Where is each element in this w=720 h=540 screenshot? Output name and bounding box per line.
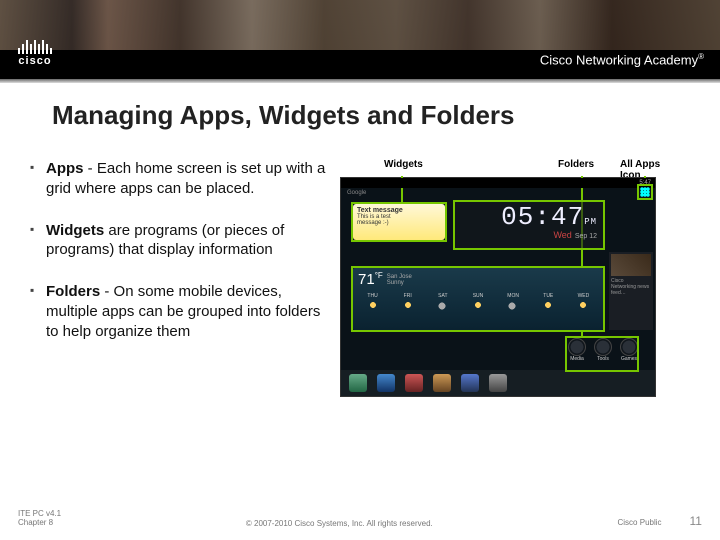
folder-row: Media Tools Games — [567, 338, 639, 366]
bullet-folders: Folders - On some mobile devices, multip… — [28, 282, 326, 341]
callout-widgets: Widgets — [384, 159, 423, 170]
all-apps-icon — [639, 186, 651, 198]
bullet-apps: Apps - Each home screen is set up with a… — [28, 159, 326, 199]
header-photo-strip — [0, 0, 720, 56]
footer-classification: Cisco Public — [618, 518, 662, 527]
dock-app-icon — [489, 374, 507, 392]
slide-title: Managing Apps, Widgets and Folders — [52, 100, 692, 131]
header-divider — [0, 78, 720, 83]
footer-right: Cisco Public 11 — [618, 514, 702, 528]
news-widget: Cisco Networking news feed… — [609, 252, 653, 330]
dock-app-icon — [433, 374, 451, 392]
sms-widget: Text message This is a test message :-) — [353, 204, 445, 240]
footer-left: ITE PC v4.1 Chapter 8 — [18, 509, 61, 528]
bullet-list: Apps - Each home screen is set up with a… — [28, 159, 326, 397]
slide-content: Managing Apps, Widgets and Folders Apps … — [0, 100, 720, 397]
dock-app-icon — [405, 374, 423, 392]
figure-callout-labels: Widgets Folders All Apps Icon — [340, 159, 672, 175]
status-bar: 5:47 — [341, 178, 655, 188]
footer-copyright: © 2007-2010 Cisco Systems, Inc. All righ… — [246, 519, 433, 528]
folder-icon — [568, 338, 586, 356]
app-dock — [341, 370, 655, 396]
tablet-figure: Widgets Folders All Apps Icon 5:47 Googl… — [340, 159, 672, 397]
bullet-widgets: Widgets are programs (or pieces of progr… — [28, 221, 326, 261]
cisco-wordmark: cisco — [18, 55, 51, 67]
header-banner: cisco Cisco Networking Academy® — [0, 0, 720, 78]
clock-widget: 05:47PM WedSep 12 — [455, 202, 603, 248]
callout-folders: Folders — [558, 159, 594, 170]
dock-app-icon — [461, 374, 479, 392]
dock-app-icon — [349, 374, 367, 392]
slide-footer: ITE PC v4.1 Chapter 8 © 2007-2010 Cisco … — [18, 509, 702, 528]
cisco-bridge-icon — [18, 38, 52, 54]
weather-widget: 71°F San JoseSunny THU FRI SAT SUN MON T… — [353, 268, 603, 330]
cisco-logo: cisco — [18, 38, 52, 67]
search-bar: Google — [347, 190, 366, 200]
tablet-screenshot: 5:47 Google Text message This is a test … — [340, 177, 656, 397]
page-number: 11 — [690, 514, 702, 528]
folder-item: Media — [567, 338, 587, 366]
program-name: Cisco Networking Academy® — [540, 52, 704, 67]
folder-icon — [620, 338, 638, 356]
folder-item: Tools — [593, 338, 613, 366]
forecast-row: THU FRI SAT SUN MON TUE WED — [353, 291, 603, 311]
folder-icon — [594, 338, 612, 356]
dock-app-icon — [377, 374, 395, 392]
folder-item: Games — [619, 338, 639, 366]
